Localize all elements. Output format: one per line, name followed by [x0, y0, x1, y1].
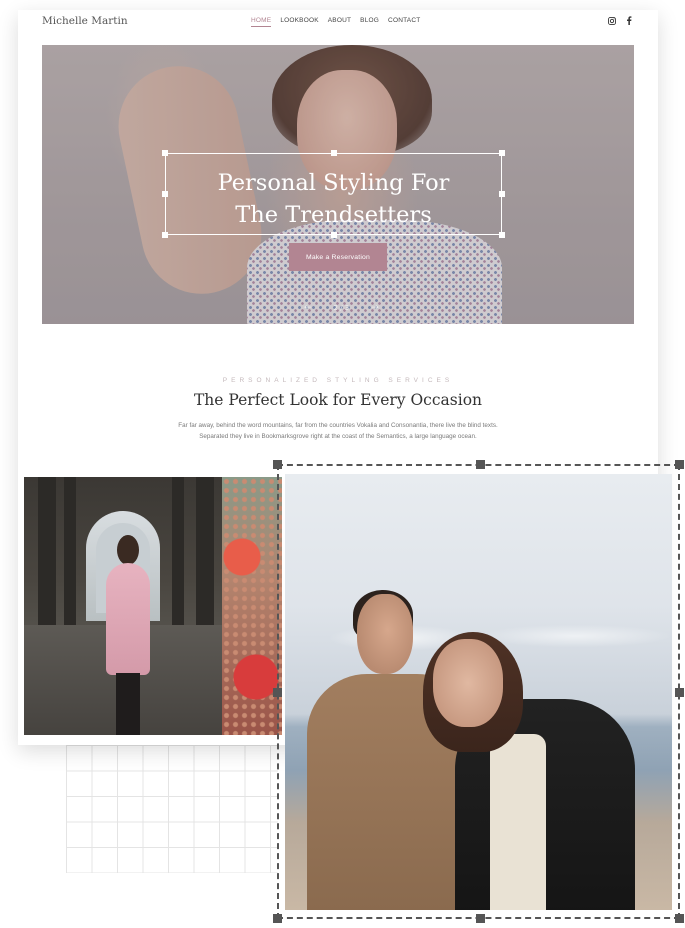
resize-handle[interactable] — [476, 460, 485, 469]
resize-handle[interactable] — [476, 914, 485, 923]
hero-title[interactable]: Personal Styling For The Trendsetters — [166, 167, 501, 231]
hero-banner: Personal Styling For The Trendsetters Ma… — [42, 45, 634, 324]
resize-handle[interactable] — [499, 150, 505, 156]
person-head — [433, 639, 503, 727]
facebook-icon[interactable] — [626, 16, 632, 25]
section-title: The Perfect Look for Every Occasion — [193, 391, 483, 409]
resize-handle[interactable] — [273, 688, 282, 697]
person-head — [117, 535, 139, 565]
slide-counter: 2 / 3 — [333, 304, 350, 312]
resize-handle[interactable] — [273, 914, 282, 923]
resize-handle[interactable] — [499, 232, 505, 238]
resize-handle[interactable] — [162, 150, 168, 156]
brand-logo[interactable]: Michelle Martin — [42, 15, 128, 27]
pink-coat — [106, 563, 150, 675]
resize-handle[interactable] — [675, 688, 684, 697]
resize-handle[interactable] — [162, 232, 168, 238]
nav-item-lookbook[interactable]: LOOKBOOK — [280, 17, 318, 27]
resize-handle[interactable] — [675, 460, 684, 469]
nav-item-home[interactable]: HOME — [251, 17, 272, 27]
arrow-right-icon[interactable]: → — [371, 303, 379, 313]
resize-handle[interactable] — [675, 914, 684, 923]
resize-handle[interactable] — [331, 150, 337, 156]
title-selection-box[interactable]: Personal Styling For The Trendsetters — [162, 150, 505, 238]
nav-item-contact[interactable]: CONTACT — [388, 17, 420, 27]
nav-item-about[interactable]: ABOUT — [328, 17, 351, 27]
background-grid — [66, 745, 278, 873]
slider-controls: ← 2 / 3 → — [304, 303, 379, 313]
nav-item-blog[interactable]: BLOG — [360, 17, 379, 27]
section-text: Far far away, behind the word mountains,… — [178, 422, 498, 440]
instagram-icon[interactable] — [608, 16, 616, 25]
arrow-left-icon[interactable]: ← — [304, 303, 312, 313]
section-eyebrow: PERSONALIZED STYLING SERVICES — [222, 377, 454, 384]
person-head — [357, 594, 413, 674]
main-nav: HOME LOOKBOOK ABOUT BLOG CONTACT — [251, 17, 420, 27]
make-reservation-button[interactable]: Make a Reservation — [289, 243, 387, 271]
resize-handle[interactable] — [331, 232, 337, 238]
beach-photo[interactable] — [285, 474, 672, 910]
person-legs — [116, 673, 140, 735]
resize-handle[interactable] — [273, 460, 282, 469]
arcade-photo — [24, 477, 222, 735]
social-links — [608, 16, 632, 25]
cream-inner-coat — [490, 734, 546, 910]
